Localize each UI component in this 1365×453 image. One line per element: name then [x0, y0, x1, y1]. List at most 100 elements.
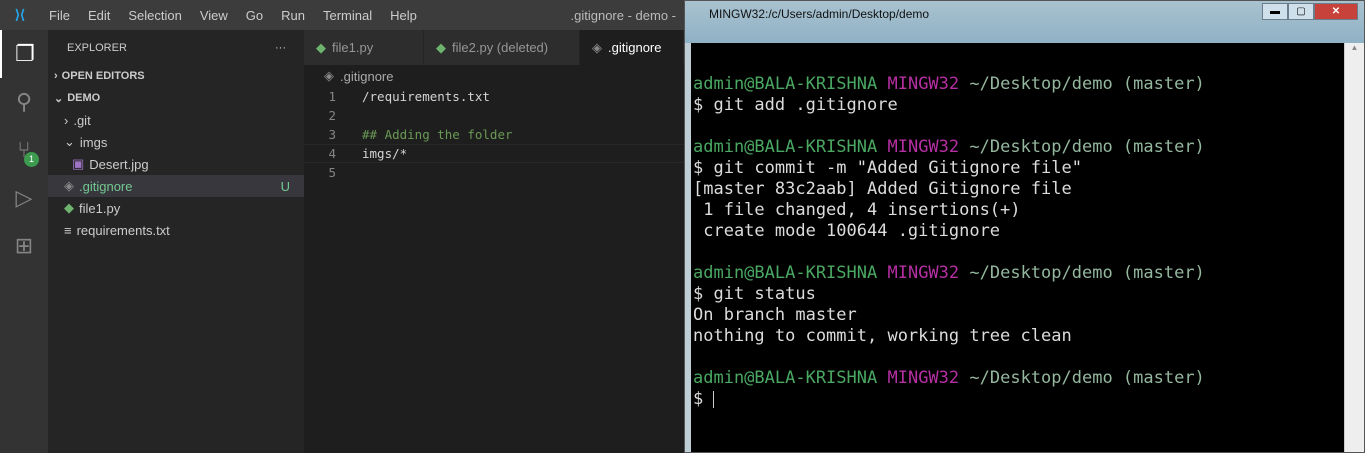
tree-item-desert-jpg[interactable]: ▣ Desert.jpg [48, 153, 304, 175]
code-line: 1/requirements.txt [328, 89, 490, 104]
input-line: $ [693, 389, 1344, 410]
output-text: [master 83c2aab] Added Gitignore file [693, 179, 1072, 199]
output-line: On branch master [693, 305, 1344, 326]
text-file-icon: ≡ [64, 222, 72, 238]
item-label: requirements.txt [76, 222, 170, 238]
explorer-sidebar: EXPLORER ··· › OPEN EDITORS ⌄ DEMO › .git ⌄ i… [48, 30, 304, 453]
command-line: $ git status [693, 284, 1344, 305]
code-line: 2 [328, 108, 336, 123]
terminal-scrollbar[interactable]: ▲ [1344, 43, 1364, 452]
prompt-line: admin@BALA-KRISHNA MINGW32 ~/Desktop/dem… [693, 263, 1344, 284]
menu-edit[interactable]: Edit [79, 8, 119, 23]
tab-label: .gitignore [608, 40, 662, 55]
output-text: 1 file changed, 4 insertions(+) [693, 200, 1021, 220]
folder-label: DEMO [67, 92, 101, 104]
prompt-path: ~/Desktop/demo (master) [969, 74, 1205, 94]
command-line: $ git commit -m "Added Gitignore file" [693, 158, 1344, 179]
close-button[interactable]: ✕ [1314, 3, 1358, 20]
tab-label: file2.py (deleted) [452, 40, 549, 55]
explorer-icon[interactable]: ❐ [0, 30, 48, 78]
minimize-button[interactable]: ▬ [1262, 3, 1288, 20]
terminal-title: MINGW32:/c/Users/admin/Desktop/demo [709, 7, 930, 21]
output-line: create mode 100644 .gitignore [693, 221, 1344, 242]
open-editors-label: OPEN EDITORS [61, 70, 145, 82]
command-line: $ git add .gitignore [693, 95, 1344, 116]
demo-folder-section[interactable]: ⌄ DEMO [48, 87, 304, 109]
prompt-host: MINGW32 [887, 368, 960, 388]
menu-go[interactable]: Go [237, 8, 272, 23]
maximize-button[interactable]: ▢ [1288, 3, 1314, 20]
source-control-icon[interactable]: ⑂ 1 [0, 126, 48, 174]
output-text: On branch master [693, 305, 857, 325]
menu-help[interactable]: Help [381, 8, 426, 23]
prompt-line: admin@BALA-KRISHNA MINGW32 ~/Desktop/dem… [693, 368, 1344, 389]
scroll-up-arrow-icon[interactable]: ▲ [1351, 43, 1359, 52]
search-icon[interactable]: ⚲ [0, 78, 48, 126]
extensions-icon[interactable]: ⊞ [0, 222, 48, 270]
vscode-logo-icon: ⟩⟨ [14, 7, 26, 22]
more-actions-button[interactable]: ··· [275, 42, 286, 54]
tree-item-gitignore[interactable]: ◈ .gitignore U [48, 175, 304, 197]
prompt-line: admin@BALA-KRISHNA MINGW32 ~/Desktop/dem… [693, 137, 1344, 158]
prompt-user: admin@BALA-KRISHNA [693, 368, 878, 388]
untracked-badge: U [280, 178, 290, 194]
prompt-host: MINGW32 [887, 263, 960, 283]
tree-item-file1-py[interactable]: ◆ file1.py [48, 197, 304, 219]
menu-terminal[interactable]: Terminal [314, 8, 381, 23]
tree-item-imgs[interactable]: ⌄ imgs [48, 131, 304, 153]
text-cursor [713, 390, 715, 408]
tab-file2-py-deleted[interactable]: ◆ file2.py (deleted) [424, 30, 580, 65]
code-editor[interactable]: 1/requirements.txt 2 3 ## Adding the fold… [304, 87, 684, 182]
prompt-host: MINGW32 [887, 137, 960, 157]
item-label: Desert.jpg [89, 156, 149, 172]
menu-view[interactable]: View [191, 8, 237, 23]
tab-gitignore[interactable]: ◈ .gitignore [580, 30, 684, 65]
menu-file[interactable]: File [40, 8, 79, 23]
run-debug-icon[interactable]: ▷ [0, 174, 48, 222]
tab-file1-py[interactable]: ◆ file1.py [304, 30, 424, 65]
final-prompt: $ [693, 389, 714, 409]
chevron-right-icon: › [64, 112, 69, 128]
mingw-terminal-window: MINGW32:/c/Users/admin/Desktop/demo ▬ ▢ … [684, 0, 1365, 453]
output-line: [master 83c2aab] Added Gitignore file [693, 179, 1344, 200]
command-text: $ git status [693, 284, 816, 304]
menu-selection[interactable]: Selection [119, 8, 190, 23]
breadcrumb[interactable]: ◈ .gitignore [304, 65, 684, 87]
tab-bar: ◆ file1.py ◆ file2.py (deleted) ◈ .gitignor… [304, 30, 684, 65]
tree-item-requirements-txt[interactable]: ≡ requirements.txt [48, 219, 304, 241]
gitignore-file-icon: ◈ [592, 39, 602, 55]
python-file-icon: ◆ [436, 39, 446, 55]
prompt-path: ~/Desktop/demo (master) [969, 263, 1205, 283]
prompt-host: MINGW32 [887, 74, 960, 94]
menu-run[interactable]: Run [272, 8, 314, 23]
item-label: imgs [79, 134, 108, 150]
open-editors-section[interactable]: › OPEN EDITORS [48, 65, 304, 87]
prompt-path: ~/Desktop/demo (master) [969, 368, 1205, 388]
command-text: $ git add .gitignore [693, 95, 898, 115]
prompt-path: ~/Desktop/demo (master) [969, 137, 1205, 157]
code-line-current: 4 imgs/* [304, 144, 684, 163]
image-file-icon: ▣ [72, 156, 85, 171]
scm-badge: 1 [24, 152, 39, 167]
tree-item-git[interactable]: › .git [48, 109, 304, 131]
python-file-icon: ◆ [316, 39, 326, 55]
prompt-user: admin@BALA-KRISHNA [693, 263, 878, 283]
prompt-user: admin@BALA-KRISHNA [693, 74, 878, 94]
tab-label: file1.py [332, 40, 374, 55]
item-label: .gitignore [79, 178, 133, 194]
window-title: .gitignore - demo - [570, 7, 677, 23]
prompt-line: admin@BALA-KRISHNA MINGW32 ~/Desktop/dem… [693, 74, 1344, 95]
gitignore-file-icon: ◈ [64, 178, 74, 193]
explorer-title: EXPLORER [67, 41, 127, 54]
gitignore-file-icon: ◈ [324, 68, 334, 83]
prompt-user: admin@BALA-KRISHNA [693, 137, 878, 157]
terminal-output[interactable]: admin@BALA-KRISHNA MINGW32 ~/Desktop/dem… [691, 43, 1344, 452]
output-line: nothing to commit, working tree clean [693, 326, 1344, 347]
vscode-window: ⟩⟨ File Edit Selection View Go Run Termi… [0, 0, 684, 453]
output-text: create mode 100644 .gitignore [693, 221, 1001, 241]
item-label: .git [73, 112, 91, 128]
chevron-right-icon: › [54, 70, 58, 82]
editor-area: ◆ file1.py ◆ file2.py (deleted) ◈ .gitignor… [304, 30, 684, 453]
